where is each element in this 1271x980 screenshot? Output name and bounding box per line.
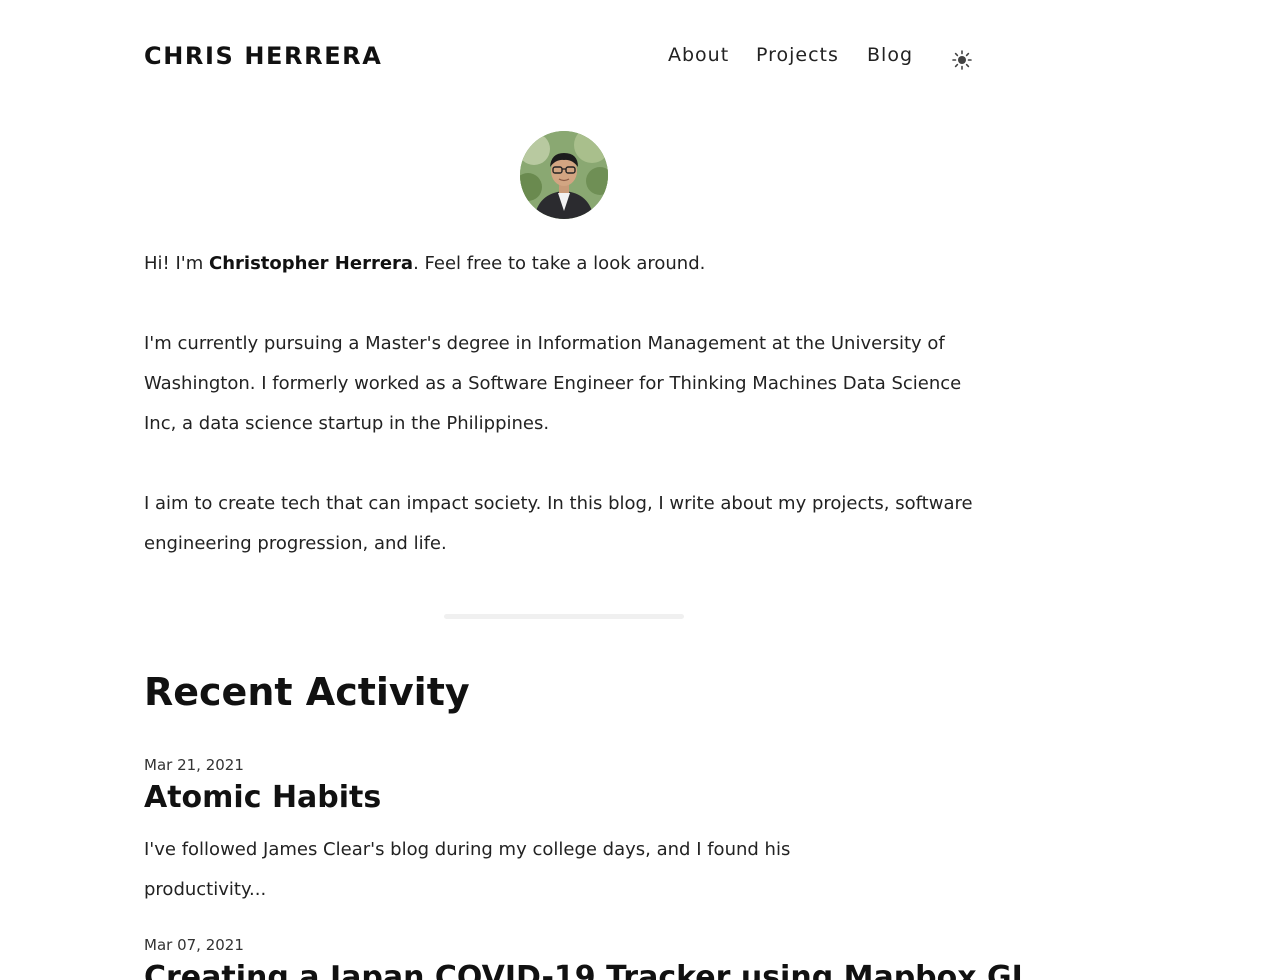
- page: CHRIS HERRERA About Projects Blog Hi! I'…: [0, 0, 1271, 980]
- greeting-suffix: . Feel free to take a look around.: [413, 253, 706, 274]
- post-date: Mar 07, 2021: [144, 936, 244, 954]
- theme-toggle-button[interactable]: [950, 48, 974, 72]
- post-date: Mar 21, 2021: [144, 756, 244, 774]
- post-title-link[interactable]: Creating a Japan COVID-19 Tracker using …: [144, 960, 1031, 980]
- greeting-prefix: Hi! I'm: [144, 253, 209, 274]
- post-item: Mar 07, 2021 Creating a Japan COVID-19 T…: [144, 936, 1031, 980]
- site-header: CHRIS HERRERA About Projects Blog: [144, 42, 984, 76]
- intro-paragraph-aim: I aim to create tech that can impact soc…: [144, 493, 973, 554]
- recent-activity-heading: Recent Activity: [144, 670, 470, 714]
- avatar: [520, 131, 608, 219]
- post-excerpt: I've followed James Clear's blog during …: [144, 839, 791, 900]
- author-name: Christopher Herrera: [209, 253, 414, 274]
- site-title[interactable]: CHRIS HERRERA: [144, 42, 382, 70]
- sun-icon: [952, 50, 972, 70]
- post-title-link[interactable]: Atomic Habits: [144, 780, 984, 816]
- post-item: Mar 21, 2021 Atomic Habits I've followed…: [144, 756, 984, 910]
- nav-projects-link[interactable]: Projects: [756, 44, 839, 66]
- intro-paragraph-education: I'm currently pursuing a Master's degree…: [144, 333, 962, 434]
- profile-photo: [520, 131, 608, 219]
- section-divider: [444, 614, 684, 619]
- nav-blog-link[interactable]: Blog: [867, 44, 913, 66]
- nav-about-link[interactable]: About: [668, 44, 729, 66]
- intro-greeting: Hi! I'm Christopher Herrera. Feel free t…: [144, 244, 705, 284]
